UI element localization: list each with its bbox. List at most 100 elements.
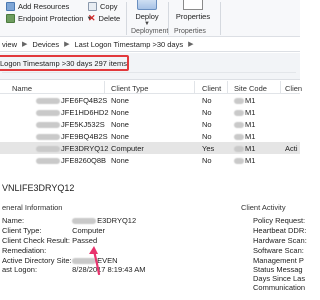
column-header-site-code[interactable]: Site Code [234, 84, 267, 93]
field-label: Name: [2, 216, 25, 225]
add-resources-label: Add Resources [18, 2, 70, 11]
redaction [36, 98, 60, 105]
field-name: Name: E3DRYQ12 [2, 216, 136, 225]
device-name-text: JFE8260Q8B [61, 156, 107, 165]
breadcrumb-item-view[interactable]: view [2, 40, 17, 49]
device-name: JFE5KJ532S [36, 120, 105, 129]
detail-title: VNLIFE3DRYQ12 [2, 183, 75, 193]
ribbon-divider [126, 2, 127, 35]
client-type-cell: None [111, 108, 129, 117]
properties-icon [183, 0, 203, 10]
redaction [234, 158, 244, 165]
field-value: 8/28/2017 8:19:43 AM [72, 265, 146, 274]
column-header-name[interactable]: Name [12, 84, 32, 93]
client-cell: No [202, 108, 212, 117]
device-table: Name Client Type Client Site Code Clien … [0, 81, 302, 166]
field-value: Computer [72, 226, 106, 235]
properties-label: Properties [175, 12, 211, 21]
copy-button[interactable]: Copy [88, 2, 118, 11]
chevron-right-icon: ▶ [64, 41, 70, 48]
redaction [36, 134, 60, 141]
deploy-button[interactable]: Deploy ▼ [132, 0, 162, 27]
device-name-text: JFE1HD6HD2 [61, 108, 109, 117]
ribbon-divider [168, 2, 169, 35]
redaction [36, 146, 60, 153]
endpoint-protection-label: Endpoint Protection [18, 14, 84, 23]
table-row[interactable]: JFE5KJ532S None No M1 [0, 118, 300, 130]
column-divider[interactable] [104, 81, 105, 94]
activity-item: Status Messag [253, 265, 303, 274]
copy-icon [88, 2, 97, 11]
redaction [72, 218, 97, 225]
properties-button[interactable]: Properties [172, 0, 214, 21]
chevron-right-icon: ▶ [188, 41, 194, 48]
client-cell: No [202, 132, 212, 141]
breadcrumb-item-devices[interactable]: Devices [32, 40, 59, 49]
add-resources-button[interactable]: Add Resources [6, 2, 69, 11]
column-divider[interactable] [227, 81, 228, 94]
site-code-text: M1 [245, 144, 256, 153]
client-cell: No [202, 96, 212, 105]
endpoint-protection-icon [6, 14, 15, 23]
field-last-logon: ast Logon: 8/28/2017 8:19:43 AM [2, 265, 146, 274]
field-label: Active Directory Site: [2, 256, 72, 265]
column-header-client[interactable]: Client [202, 84, 221, 93]
copy-label: Copy [100, 2, 118, 11]
properties-group-label: Properties [174, 28, 206, 35]
device-name: JFE8260Q8B [36, 156, 106, 165]
deploy-label: Deploy [135, 12, 159, 21]
client-type-cell: None [111, 120, 129, 129]
table-row[interactable]: JFE9BQ4B2S None No M1 [0, 130, 300, 142]
field-label: Client Check Result: [2, 236, 70, 245]
table-row[interactable]: JFE8260Q8B None No M1 [0, 154, 300, 166]
client-cell: Yes [202, 144, 215, 153]
field-label: Remediation: [2, 246, 47, 255]
device-name: JFE1HD6HD2 [36, 108, 109, 117]
redaction [36, 158, 60, 165]
client-cell: No [202, 120, 212, 129]
device-name: JFE6FQ4B2S [36, 96, 107, 105]
breadcrumb-item-current[interactable]: Last Logon Timestamp >30 days [74, 40, 183, 49]
field-value: Passed [72, 236, 98, 245]
site-code-cell: M1 [234, 144, 255, 153]
column-divider[interactable] [194, 81, 195, 94]
site-code-cell: M1 [234, 120, 255, 129]
deployment-group-label: Deployment [131, 28, 169, 35]
endpoint-protection-button[interactable]: Endpoint Protection ▼ [6, 14, 92, 23]
table-row-selected[interactable]: JFE3DRYQ12 Computer Yes M1 Acti [0, 142, 300, 154]
table-row[interactable]: JFE1HD6HD2 None No M1 [0, 106, 300, 118]
table-row[interactable]: JFE6FQ4B2S None No M1 [0, 94, 300, 106]
search-bar[interactable] [2, 72, 296, 79]
device-name: JFE3DRYQ12 [36, 144, 108, 153]
column-header-client-extra[interactable]: Clien [285, 84, 302, 93]
redaction [234, 98, 244, 105]
site-code-cell: M1 [234, 132, 255, 141]
delete-icon: ✕ [88, 13, 96, 23]
column-divider[interactable] [280, 81, 281, 94]
section-general-information: eneral Information [2, 203, 63, 212]
client-type-cell: None [111, 156, 129, 165]
redaction [234, 146, 244, 153]
chevron-down-icon: ▼ [144, 21, 150, 27]
client-type-cell: None [111, 96, 129, 105]
column-header-client-type[interactable]: Client Type [111, 84, 148, 93]
device-name-text: JFE9BQ4B2S [61, 132, 108, 141]
delete-label: Delete [98, 14, 121, 23]
table-header: Name Client Type Client Site Code Clien [0, 81, 302, 94]
site-code-cell: M1 [234, 96, 255, 105]
delete-button[interactable]: ✕ Delete [88, 13, 121, 24]
ribbon-divider [220, 2, 221, 35]
client-activity-cell: Acti [285, 144, 298, 153]
activity-item: Days Since Las [253, 274, 306, 283]
site-code-text: M1 [245, 132, 256, 141]
collection-header: Logon Timestamp >30 days 297 items [0, 53, 300, 80]
device-name-text: JFE6FQ4B2S [61, 96, 108, 105]
client-cell: No [202, 156, 212, 165]
field-label: Client Type: [2, 226, 42, 235]
field-value: E3DRYQ12 [97, 216, 137, 225]
activity-item: Hardware Scan: [253, 236, 307, 245]
site-code-cell: M1 [234, 108, 255, 117]
device-name: JFE9BQ4B2S [36, 132, 108, 141]
activity-item: Management P [253, 256, 304, 265]
field-client-type: Client Type: Computer [2, 226, 105, 235]
